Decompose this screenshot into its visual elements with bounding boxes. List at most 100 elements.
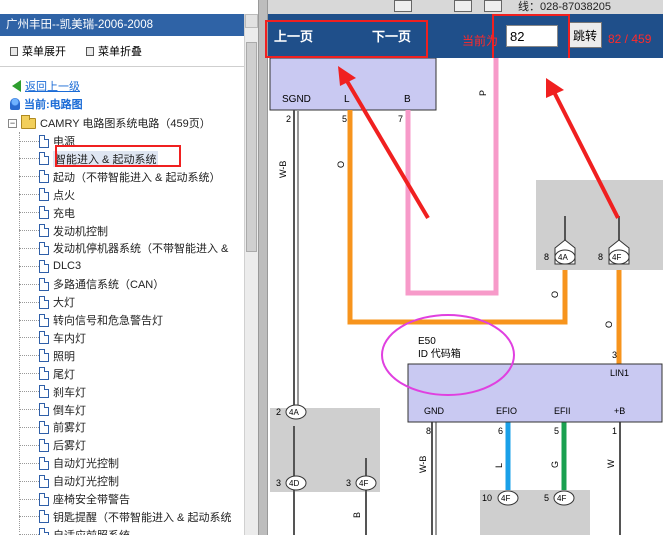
current-page-label: 当前为 xyxy=(462,34,499,48)
document-icon xyxy=(39,313,49,327)
tree-item-label: 自动灯光控制 xyxy=(53,476,119,489)
document-icon xyxy=(39,367,49,381)
left-panel: 广州丰田--凯美瑞-2006-2008 菜单展开 菜单折叠 返回上一级 当前:电… xyxy=(0,0,258,535)
tree-item[interactable]: 智能进入 & 起动系统 xyxy=(19,150,159,168)
tree-item-label: 起动（不带智能进入 & 起动系统） xyxy=(53,171,221,184)
tree-connector xyxy=(19,355,39,357)
tree-item-label: 钥匙提醒（不带智能进入 & 起动系统 xyxy=(53,511,232,524)
document-icon xyxy=(39,152,49,166)
document-icon xyxy=(39,474,49,488)
tree-item[interactable]: 后雾灯 xyxy=(19,436,86,454)
tree-connector xyxy=(19,176,39,178)
tree-item[interactable]: 起动（不带智能进入 & 起动系统） xyxy=(19,168,220,186)
tree-item[interactable]: 发动机控制 xyxy=(19,222,108,240)
connector-bottom-4f-b-pin: 5 xyxy=(544,493,549,503)
expand-icon xyxy=(10,46,18,56)
document-icon xyxy=(39,510,49,524)
page-number-input[interactable] xyxy=(506,25,558,47)
tree-item-label: 电源 xyxy=(53,136,75,148)
e50-pin-plusb: +B xyxy=(614,406,625,416)
top-module-pin-sgnd: SGND xyxy=(282,94,311,105)
wire-label-g: G xyxy=(550,461,560,468)
document-icon xyxy=(39,528,49,535)
back-link[interactable]: 返回上一级 xyxy=(12,78,80,94)
tree-connector xyxy=(19,409,39,410)
connector-4a-label: 4A xyxy=(558,253,568,262)
tree-item[interactable]: 自适应前照系统 xyxy=(19,526,130,535)
top-strip: 线：028-87038205 xyxy=(268,0,663,14)
document-icon xyxy=(39,241,49,255)
toolbar-icon-3[interactable] xyxy=(484,0,502,12)
tree-connector xyxy=(19,444,39,446)
tree-item-label: 座椅安全带警告 xyxy=(53,494,130,506)
document-icon xyxy=(39,206,49,220)
tree-item[interactable]: 充电 xyxy=(19,204,75,222)
top-module-pin-b: B xyxy=(404,94,411,105)
tree-connector xyxy=(19,247,39,249)
tree-item[interactable]: 自动灯光控制 xyxy=(19,454,119,472)
panel-splitter[interactable] xyxy=(258,0,268,535)
next-page-button[interactable]: 下一页 xyxy=(372,26,411,45)
menu-collapse-label: 菜单折叠 xyxy=(98,46,142,58)
tree-connector xyxy=(19,194,39,196)
tree-item-label: 多路通信系统（CAN） xyxy=(53,279,165,292)
collapse-toggle-icon[interactable]: − xyxy=(8,118,17,128)
scroll-thumb[interactable] xyxy=(246,42,257,252)
tree-item[interactable]: 电源 xyxy=(19,132,75,150)
tree-item[interactable]: 倒车灯 xyxy=(19,401,86,419)
connector-bottom-4f-a-label: 4F xyxy=(501,494,510,503)
panel-title: 广州丰田--凯美瑞-2006-2008 xyxy=(0,14,244,36)
tree-connector xyxy=(19,337,39,339)
tree-item-label: 刹车灯 xyxy=(53,386,86,399)
e50-pin-efii-number: 5 xyxy=(554,426,559,436)
tree-item[interactable]: DLC3 xyxy=(19,257,81,275)
tree-item[interactable]: 钥匙提醒（不带智能进入 & 起动系统 xyxy=(19,508,231,526)
tree-item[interactable]: 多路通信系统（CAN） xyxy=(19,275,164,293)
current-location-label: 当前:电路图 xyxy=(24,99,83,111)
tree-item-label: 照明 xyxy=(53,350,75,363)
connector-4f-pin: 8 xyxy=(598,252,603,262)
e50-pin-efii: EFII xyxy=(554,406,571,416)
tree-item[interactable]: 发动机停机器系统（不带智能进入 & xyxy=(19,239,228,257)
tree-connector xyxy=(19,319,39,321)
prev-page-button[interactable]: 上一页 xyxy=(274,26,313,45)
tree-item[interactable]: 转向信号和危急警告灯 xyxy=(19,311,163,329)
toolbar-icon-2[interactable] xyxy=(454,0,472,12)
document-icon xyxy=(39,349,49,363)
document-icon xyxy=(39,438,49,452)
left-scrollbar[interactable] xyxy=(244,14,258,535)
tree-item-label: 大灯 xyxy=(53,297,75,310)
menu-expand-button[interactable]: 菜单展开 xyxy=(10,41,66,61)
tree-item[interactable]: 尾灯 xyxy=(19,365,75,383)
tree-item[interactable]: 点火 xyxy=(19,186,75,204)
contact-phone: 线：028-87038205 xyxy=(518,1,611,13)
menu-bar: 菜单展开 菜单折叠 xyxy=(8,41,244,61)
e50-pin-efio-number: 6 xyxy=(498,426,503,436)
top-module-pin-l: L xyxy=(344,94,350,105)
tree-connector xyxy=(19,426,39,428)
tree-item[interactable]: 座椅安全带警告 xyxy=(19,490,130,508)
document-icon xyxy=(39,492,49,506)
tree-item[interactable]: 车内灯 xyxy=(19,329,86,347)
document-icon xyxy=(39,277,49,291)
e50-code: E50 xyxy=(418,336,436,347)
circuit-diagram-svg: SGND L B 2 5 7 W-B O P O O W-B L G W B 4… xyxy=(269,58,663,535)
tree-item[interactable]: 自动灯光控制 xyxy=(19,472,119,490)
tree-item[interactable]: 照明 xyxy=(19,347,75,365)
toolbar-icon-1[interactable] xyxy=(394,0,412,12)
document-icon xyxy=(39,170,49,184)
menu-collapse-button[interactable]: 菜单折叠 xyxy=(86,41,142,61)
tree-item[interactable]: 前雾灯 xyxy=(19,418,86,436)
tree-root[interactable]: − CAMRY 电路图系统电路（459页） xyxy=(8,114,211,131)
tree-item[interactable]: 刹车灯 xyxy=(19,383,86,401)
tree-item-label: 点火 xyxy=(53,189,75,202)
tree-item-label: 发动机停机器系统（不带智能进入 & xyxy=(53,243,229,256)
tree-connector xyxy=(19,462,39,464)
e50-lin-pin-number: 3 xyxy=(612,350,617,360)
connector-left-4a-label: 4A xyxy=(289,408,299,417)
tree-item[interactable]: 大灯 xyxy=(19,293,75,311)
scroll-up-button[interactable] xyxy=(245,14,258,28)
document-icon xyxy=(39,259,49,273)
jump-button[interactable]: 跳转 xyxy=(568,22,602,48)
divider xyxy=(0,66,244,67)
